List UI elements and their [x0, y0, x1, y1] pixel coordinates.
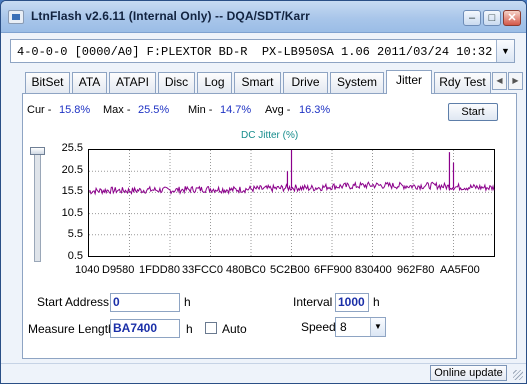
x-tick-label: D9580 — [102, 264, 135, 276]
x-tick-label: 480BC0 — [226, 264, 266, 276]
x-tick-label: 5C2B00 — [270, 264, 310, 276]
x-tick-label: 1040 — [75, 264, 100, 276]
x-tick-label: AA5F00 — [440, 264, 480, 276]
x-tick-label: 6FF900 — [314, 264, 352, 276]
measure-length-label: Measure Length — [28, 322, 115, 336]
y-tick-label: 20.5 — [61, 163, 83, 176]
interval-unit: h — [373, 295, 380, 309]
speed-select-value: 8 — [340, 320, 347, 334]
speed-select[interactable]: 8 ▼ — [335, 317, 386, 337]
auto-checkbox[interactable] — [205, 322, 217, 334]
app-window: LtnFlash v2.6.11 (Internal Only) -- DQA/… — [0, 0, 527, 384]
auto-label: Auto — [222, 322, 247, 336]
start-address-input[interactable]: 0 — [110, 293, 180, 312]
speed-label: Speed — [301, 320, 336, 334]
y-tick-label: 15.5 — [61, 185, 83, 198]
measure-length-unit: h — [186, 322, 193, 336]
chevron-down-icon[interactable]: ▼ — [370, 318, 385, 336]
start-address-unit: h — [184, 295, 191, 309]
x-tick-label: 1FDD80 — [139, 264, 180, 276]
y-tick-label: 0.5 — [67, 250, 83, 262]
y-tick-label: 5.5 — [67, 228, 83, 241]
online-update-button[interactable]: Online update — [430, 365, 507, 381]
x-tick-label: 962F80 — [397, 264, 435, 276]
measure-length-input[interactable]: BA7400 — [110, 319, 180, 338]
interval-label: Interval — [293, 295, 333, 309]
resize-grip-icon[interactable] — [513, 370, 523, 380]
x-tick-label: 33FCC0 — [182, 264, 223, 276]
x-tick-label: 830400 — [355, 264, 392, 276]
y-tick-label: 25.5 — [61, 142, 83, 154]
tab-jitter[interactable]: Jitter — [386, 70, 432, 94]
y-tick-label: 10.5 — [61, 206, 83, 219]
interval-input[interactable]: 1000 — [335, 293, 369, 312]
start-address-label: Start Address — [37, 295, 110, 309]
